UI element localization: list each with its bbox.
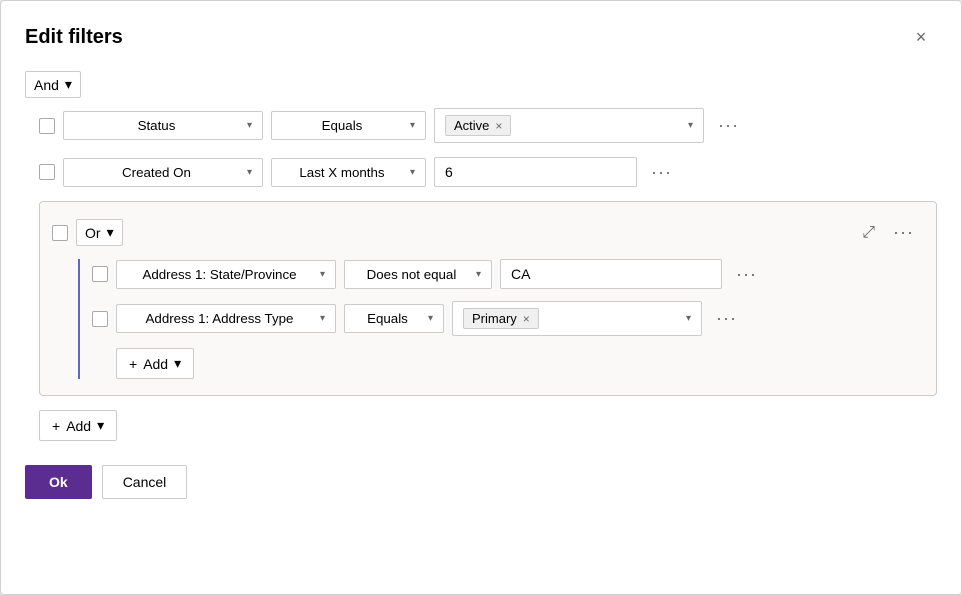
status-value-field: Active × ▾ <box>434 108 704 143</box>
addresstype-field-select[interactable]: Address 1: Address Type ▾ <box>116 304 336 333</box>
outer-add-button[interactable]: + Add ▾ <box>39 410 117 441</box>
addresstype-field-arrow: ▾ <box>320 313 325 324</box>
status-tag-label: Active <box>454 118 489 133</box>
createdon-field-select[interactable]: Created On ▾ <box>63 158 263 187</box>
status-field-label: Status <box>74 118 239 133</box>
ok-button[interactable]: Ok <box>25 465 92 499</box>
addresstype-value-field: Primary × ▾ <box>452 301 702 336</box>
or-header-right: ⤢ ··· <box>858 218 920 247</box>
status-operator-label: Equals <box>282 118 402 133</box>
createdon-row-checkbox[interactable] <box>39 164 55 180</box>
inner-add-arrow: ▾ <box>174 355 181 372</box>
state-field-select[interactable]: Address 1: State/Province ▾ <box>116 260 336 289</box>
dialog-title: Edit filters <box>25 26 123 49</box>
or-filter-row-addresstype: Address 1: Address Type ▾ Equals ▾ Prima… <box>92 301 920 336</box>
or-group-more[interactable]: ··· <box>887 218 920 247</box>
createdon-field-arrow: ▾ <box>247 167 252 178</box>
addresstype-field-label: Address 1: Address Type <box>127 311 312 326</box>
status-value-arrow: ▾ <box>688 120 693 131</box>
or-filter-row-state: Address 1: State/Province ▾ Does not equ… <box>92 259 920 289</box>
inner-add-label: Add <box>143 356 168 372</box>
status-operator-arrow: ▾ <box>410 120 415 131</box>
filter-row-createdon: Created On ▾ Last X months ▾ ··· <box>39 157 937 187</box>
addresstype-row-checkbox[interactable] <box>92 311 108 327</box>
outer-add-label: Add <box>66 418 91 434</box>
state-value-field <box>500 259 722 289</box>
createdon-field-label: Created On <box>74 165 239 180</box>
state-row-checkbox[interactable] <box>92 266 108 282</box>
state-operator-arrow: ▾ <box>476 269 481 280</box>
addresstype-tag-label: Primary <box>472 311 517 326</box>
dialog-header: Edit filters × <box>25 21 937 53</box>
outer-add-row: + Add ▾ <box>39 410 937 441</box>
or-group: Or ▾ ⤢ ··· Address 1: State/Province ▾ D <box>39 201 937 396</box>
state-field-label: Address 1: State/Province <box>127 267 312 282</box>
state-operator-label: Does not equal <box>355 267 468 282</box>
outer-add-arrow: ▾ <box>97 417 104 434</box>
addresstype-operator-select[interactable]: Equals ▾ <box>344 304 444 333</box>
status-row-more[interactable]: ··· <box>712 111 745 140</box>
createdon-operator-select[interactable]: Last X months ▾ <box>271 158 426 187</box>
inner-add-button[interactable]: + Add ▾ <box>116 348 194 379</box>
createdon-value-field <box>434 157 637 187</box>
addresstype-operator-label: Equals <box>355 311 420 326</box>
edit-filters-dialog: Edit filters × And ▾ Status ▾ Equals ▾ A… <box>0 0 962 595</box>
or-header-left: Or ▾ <box>52 219 123 246</box>
state-value-input[interactable] <box>511 266 711 282</box>
inner-add-plus-icon: + <box>129 356 137 372</box>
status-value-tag: Active × <box>445 115 511 136</box>
addresstype-value-tag: Primary × <box>463 308 539 329</box>
or-arrow: ▾ <box>107 224 114 241</box>
addresstype-row-more[interactable]: ··· <box>710 304 743 333</box>
filter-row-status: Status ▾ Equals ▾ Active × ▾ ··· <box>39 108 937 143</box>
inner-add-row: + Add ▾ <box>92 348 920 379</box>
and-arrow: ▾ <box>65 76 72 93</box>
state-operator-select[interactable]: Does not equal ▾ <box>344 260 492 289</box>
and-dropdown[interactable]: And ▾ <box>25 71 81 98</box>
status-field-arrow: ▾ <box>247 120 252 131</box>
state-row-more[interactable]: ··· <box>730 260 763 289</box>
addresstype-tag-close[interactable]: × <box>523 312 530 326</box>
addresstype-operator-arrow: ▾ <box>428 313 433 324</box>
createdon-value-input[interactable] <box>445 164 626 180</box>
createdon-row-more[interactable]: ··· <box>645 158 678 187</box>
status-operator-select[interactable]: Equals ▾ <box>271 111 426 140</box>
collapse-button[interactable]: ⤢ <box>858 222 879 244</box>
status-field-select[interactable]: Status ▾ <box>63 111 263 140</box>
and-row: And ▾ <box>25 71 937 98</box>
or-dropdown[interactable]: Or ▾ <box>76 219 123 246</box>
or-label: Or <box>85 225 101 241</box>
state-field-arrow: ▾ <box>320 269 325 280</box>
or-group-header: Or ▾ ⤢ ··· <box>52 218 920 247</box>
footer-row: Ok Cancel <box>25 465 937 499</box>
or-group-checkbox[interactable] <box>52 225 68 241</box>
and-label: And <box>34 77 59 93</box>
createdon-operator-label: Last X months <box>282 165 402 180</box>
addresstype-value-arrow: ▾ <box>686 313 691 324</box>
or-connector-line <box>78 259 80 379</box>
status-row-checkbox[interactable] <box>39 118 55 134</box>
status-tag-close[interactable]: × <box>495 119 502 133</box>
createdon-operator-arrow: ▾ <box>410 167 415 178</box>
cancel-button[interactable]: Cancel <box>102 465 188 499</box>
close-button[interactable]: × <box>905 21 937 53</box>
outer-add-plus-icon: + <box>52 418 60 434</box>
